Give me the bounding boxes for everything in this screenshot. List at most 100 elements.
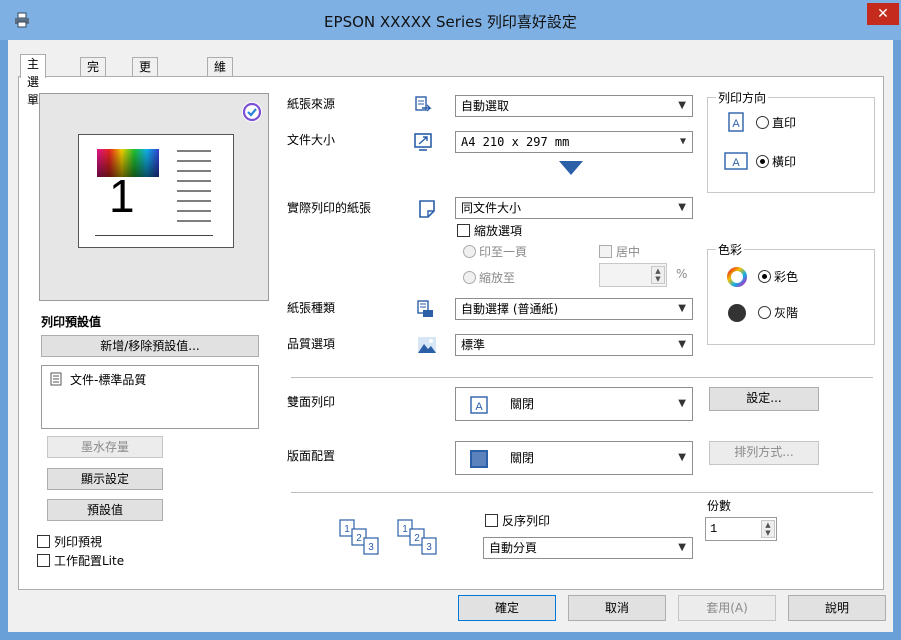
paper-type-label: 紙張種類 [287,301,336,315]
close-button[interactable]: ✕ [867,3,899,25]
svg-text:A: A [732,118,740,130]
fit-to-page-radio[interactable] [463,245,476,258]
chevron-down-icon: ▼ [678,202,686,213]
paper-source-icon [415,96,432,112]
zoom-to-radio[interactable] [463,271,476,284]
duplex-label: 雙面列印 [287,395,336,409]
tab-maintenance[interactable]: 維護 [207,57,234,92]
duplex-page-icon: A [470,396,488,414]
copies-stack-icon: 123 [339,519,379,555]
separator [291,377,873,378]
zoom-percent-spinner[interactable]: ▲ ▼ [599,263,667,287]
reduce-enlarge-checkbox[interactable] [457,224,470,237]
grayscale-label: 灰階 [774,306,799,320]
percent-sign: % [676,267,688,281]
presets-list[interactable]: 文件-標準品質 [41,365,259,429]
paper-preview: 1 [78,134,234,248]
page-number: 1 [109,170,135,222]
tab-finishing[interactable]: 完稿 [80,57,107,92]
job-arranger-checkbox[interactable] [37,554,50,567]
document-size-icon [414,133,432,151]
svg-text:1: 1 [344,524,350,535]
paper-source-label: 紙張來源 [287,97,336,111]
output-paper-value: 同文件大小 [461,201,522,215]
help-button[interactable]: 說明 [788,595,886,621]
center-label: 居中 [616,245,641,259]
job-arranger-label: 工作配置Lite [54,554,125,568]
chevron-down-icon: ▼ [679,136,686,147]
chevron-down-icon: ▼ [678,339,686,350]
output-paper-label: 實際列印的紙張 [287,201,372,215]
duplex-select[interactable]: A 關閉 ▼ [455,387,693,421]
print-preview-label: 列印預視 [54,535,103,549]
paper-type-select[interactable]: 自動選擇 (普通紙) ▼ [455,298,693,320]
color-title: 色彩 [716,241,745,258]
spinner-arrows-icon[interactable]: ▲ ▼ [761,520,775,538]
document-size-value: A4 210 x 297 mm [461,135,570,149]
reverse-order-checkbox[interactable] [485,514,498,527]
multipage-select[interactable]: 關閉 ▼ [455,441,693,475]
tab-more-options[interactable]: 更多選項 [132,57,159,128]
copies-spinner[interactable]: 1 ▲ ▼ [705,517,777,541]
spinner-arrows-icon[interactable]: ▲ ▼ [651,266,665,284]
title-bar[interactable]: EPSON XXXXX Series 列印喜好設定 ✕ [0,0,901,40]
paper-type-icon [417,300,433,317]
quality-select[interactable]: 標準 ▼ [455,334,693,356]
display-settings-button[interactable]: 顯示設定 [47,468,163,490]
grayscale-icon [728,304,746,322]
color-label: 彩色 [774,270,799,284]
copies-value[interactable]: 1 [710,522,717,536]
copies-collate-icon: 123 [397,519,437,555]
svg-text:3: 3 [426,542,432,553]
zoom-to-label: 縮放至 [479,271,516,285]
tab-main[interactable]: 主選單 [20,54,47,107]
quality-icon [418,337,436,353]
paper-source-select[interactable]: 自動選取 ▼ [455,95,693,117]
page-order-button[interactable]: 排列方式... [709,441,819,465]
triangle-down-icon [559,161,583,175]
svg-text:2: 2 [414,533,420,544]
duplex-settings-button[interactable]: 設定... [709,387,819,411]
center-checkbox[interactable] [599,245,612,258]
multipage-value: 關閉 [510,451,535,465]
landscape-radio[interactable] [756,155,769,168]
collate-value: 自動分頁 [489,541,538,555]
portrait-label: 直印 [772,116,797,130]
chevron-down-icon: ▼ [678,398,686,409]
portrait-radio[interactable] [756,116,769,129]
orientation-title: 列印方向 [716,89,769,106]
presets-heading: 列印預設值 [41,315,102,329]
defaults-button[interactable]: 預設值 [47,499,163,521]
cancel-button[interactable]: 取消 [568,595,666,621]
landscape-label: 橫印 [772,155,797,169]
color-radio[interactable] [758,270,771,283]
svg-text:1: 1 [402,524,408,535]
reduce-enlarge-label: 縮放選項 [474,224,523,238]
grayscale-radio[interactable] [758,306,771,319]
output-paper-select[interactable]: 同文件大小 ▼ [455,197,693,219]
print-preview-checkbox[interactable] [37,535,50,548]
window-title: EPSON XXXXX Series 列印喜好設定 [324,13,577,31]
text-lines-icon [177,150,211,222]
document-size-select[interactable]: A4 210 x 297 mm ▼ [455,131,693,153]
add-remove-presets-button[interactable]: 新增/移除預設值... [41,335,259,357]
printer-preferences-window: EPSON XXXXX Series 列印喜好設定 ✕ 主選單 完稿 更多選項 … [0,0,901,640]
chevron-down-icon: ▼ [678,303,686,314]
landscape-icon: A [724,152,748,170]
copies-label: 份數 [707,499,732,513]
check-circle-icon [242,102,262,122]
ink-levels-button[interactable]: 墨水存量 [47,436,163,458]
dialog-client: 主選單 完稿 更多選項 維護 [8,40,893,632]
multipage-label: 版面配置 [287,449,336,463]
document-icon [50,372,62,386]
preset-item[interactable]: 文件-標準品質 [70,371,146,388]
collate-select[interactable]: 自動分頁 ▼ [483,537,693,559]
paper-type-value: 自動選擇 (普通紙) [461,302,559,316]
portrait-icon: A [728,112,744,132]
tab-panel-main: 1 列印預設值 新增/移除預設值... 文件-標準品質 墨水存量 顯示設定 預設… [18,76,884,590]
document-size-label: 文件大小 [287,133,336,147]
ok-button[interactable]: 確定 [458,595,556,621]
chevron-down-icon: ▼ [678,100,686,111]
apply-button[interactable]: 套用(A) [678,595,776,621]
svg-text:A: A [475,401,483,413]
